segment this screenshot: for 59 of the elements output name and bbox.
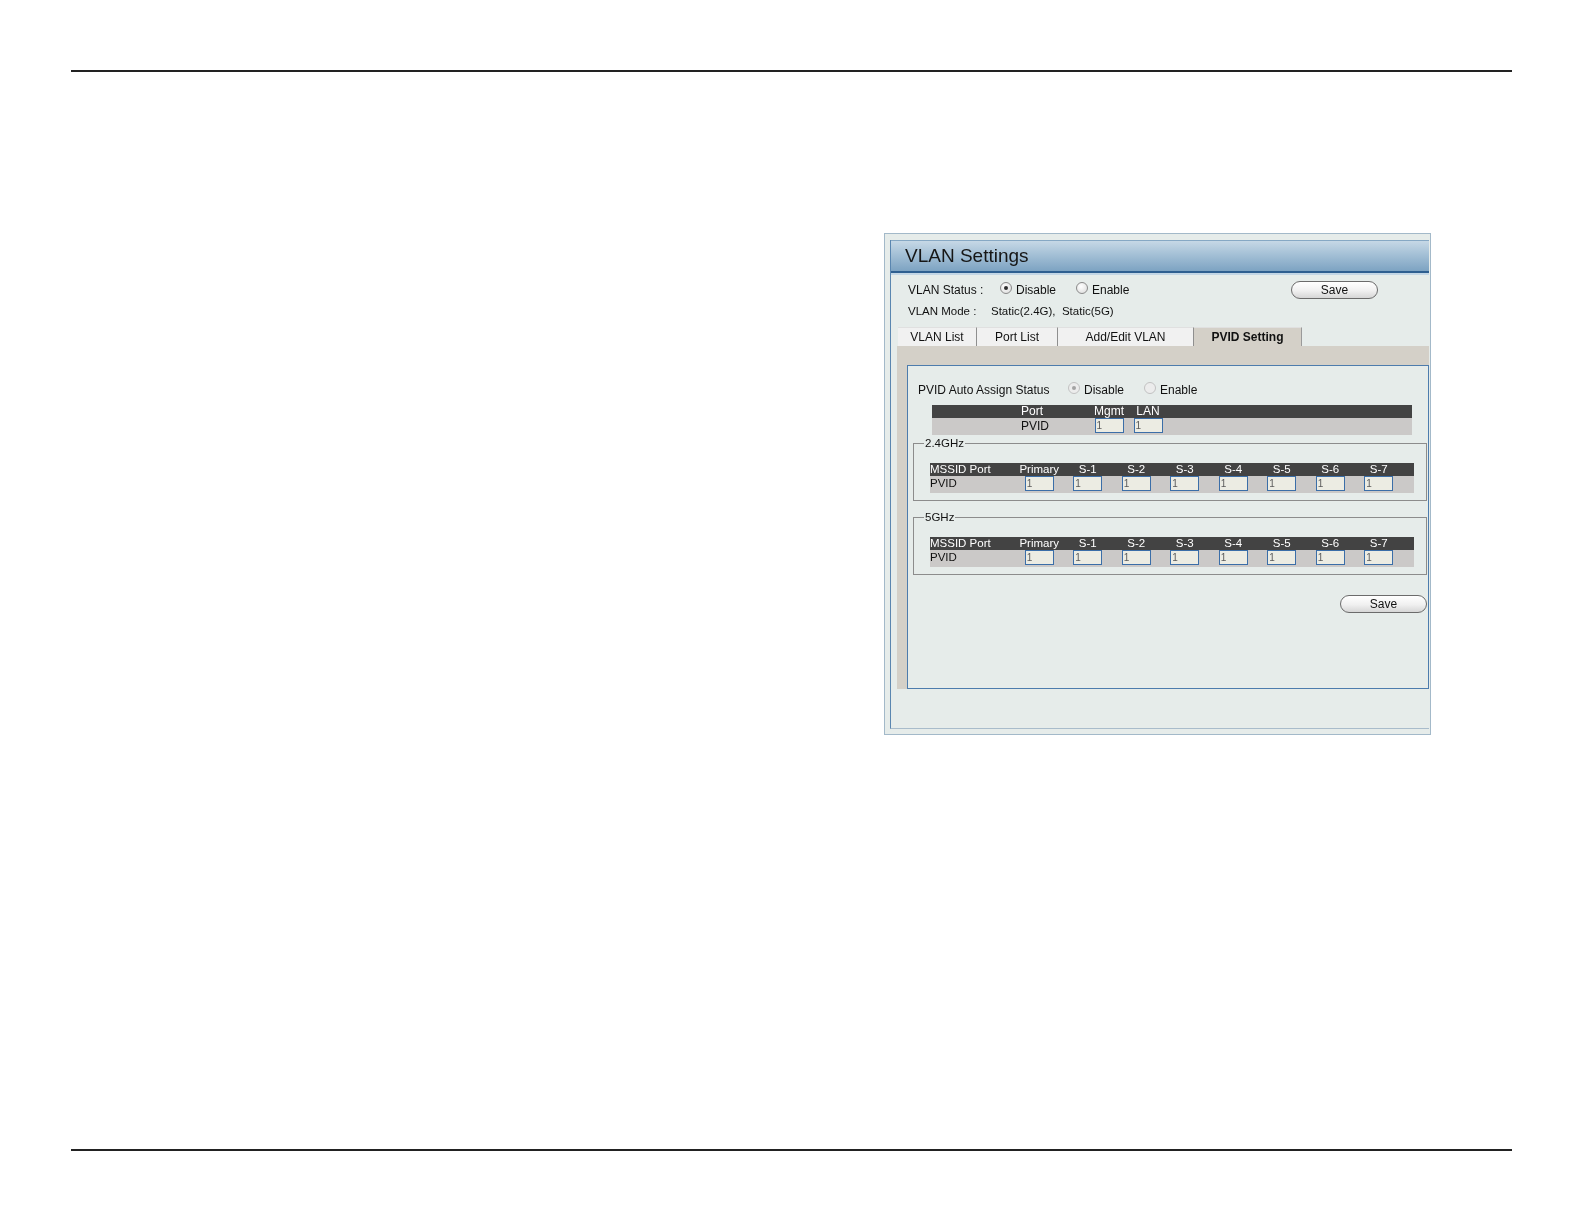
pvid-input[interactable]: 1 — [1267, 476, 1297, 491]
column-header: S-1 — [1077, 463, 1098, 476]
pvid-input[interactable]: 1 — [1218, 550, 1248, 565]
column-header: MSSID Port — [930, 463, 992, 476]
pvid-input[interactable]: 1 — [1218, 476, 1248, 491]
field-label: PVID Auto Assign Status — [918, 382, 1051, 398]
field-value: Static(2.4G), Static(5G) — [991, 305, 1114, 319]
column-header: Mgmt — [1093, 405, 1125, 418]
radio-button[interactable] — [1000, 282, 1012, 295]
tab[interactable]: PVID Setting — [1194, 327, 1302, 346]
column-header: S-4 — [1223, 463, 1244, 476]
pvid-input[interactable]: 1 — [1073, 550, 1103, 565]
row-label: PVID — [1020, 418, 1050, 435]
column-header: S-2 — [1126, 463, 1147, 476]
radio-label[interactable]: Disable — [1016, 282, 1057, 298]
column-header: Port — [1020, 405, 1044, 418]
pvid-input[interactable]: 1 — [1121, 550, 1151, 565]
column-header: S-7 — [1368, 537, 1389, 550]
save-button[interactable]: Save — [1340, 595, 1427, 613]
column-header: S-4 — [1223, 537, 1244, 550]
tab[interactable]: Port List — [977, 327, 1058, 346]
pvid-input[interactable]: 1 — [1121, 476, 1151, 491]
pvid-input[interactable]: 1 — [1170, 550, 1200, 565]
save-button[interactable]: Save — [1291, 281, 1378, 299]
radio-button[interactable] — [1076, 282, 1088, 295]
column-header: MSSID Port — [930, 537, 992, 550]
column-header: S-6 — [1320, 463, 1341, 476]
group-legend: 5GHz — [924, 510, 956, 524]
column-header: S-1 — [1077, 537, 1098, 550]
panel-title: VLAN Settings — [905, 244, 1029, 268]
pvid-input[interactable]: 1 — [1170, 476, 1200, 491]
pvid-input[interactable]: 1 — [1364, 550, 1394, 565]
column-header: S-5 — [1271, 463, 1292, 476]
field-label: VLAN Mode : — [908, 305, 978, 319]
column-header: S-3 — [1174, 537, 1195, 550]
column-header: S-5 — [1271, 537, 1292, 550]
column-header: Primary — [1018, 537, 1061, 550]
pvid-input[interactable]: 1 — [1364, 476, 1394, 491]
pvid-input[interactable]: 1 — [1315, 476, 1345, 491]
row-label: PVID — [930, 550, 958, 565]
pvid-input[interactable]: 1 — [1133, 418, 1163, 433]
column-header: Primary — [1018, 463, 1061, 476]
pvid-input[interactable]: 1 — [1073, 476, 1103, 491]
pvid-input[interactable]: 1 — [1094, 418, 1124, 433]
pvid-input[interactable]: 1 — [1267, 550, 1297, 565]
row-label: PVID — [930, 476, 958, 491]
column-header: S-2 — [1126, 537, 1147, 550]
pvid-input[interactable]: 1 — [1024, 476, 1054, 491]
tab[interactable]: VLAN List — [898, 327, 977, 346]
radio-label[interactable]: Enable — [1092, 282, 1130, 298]
column-header: LAN — [1135, 405, 1161, 418]
pvid-input[interactable]: 1 — [1024, 550, 1054, 565]
field-label: VLAN Status : — [908, 282, 985, 298]
column-header: S-3 — [1174, 463, 1195, 476]
group-legend: 2.4GHz — [924, 436, 965, 450]
pvid-input[interactable]: 1 — [1315, 550, 1345, 565]
tab[interactable]: Add/Edit VLAN — [1058, 327, 1194, 346]
column-header: S-7 — [1368, 463, 1389, 476]
column-header: S-6 — [1320, 537, 1341, 550]
